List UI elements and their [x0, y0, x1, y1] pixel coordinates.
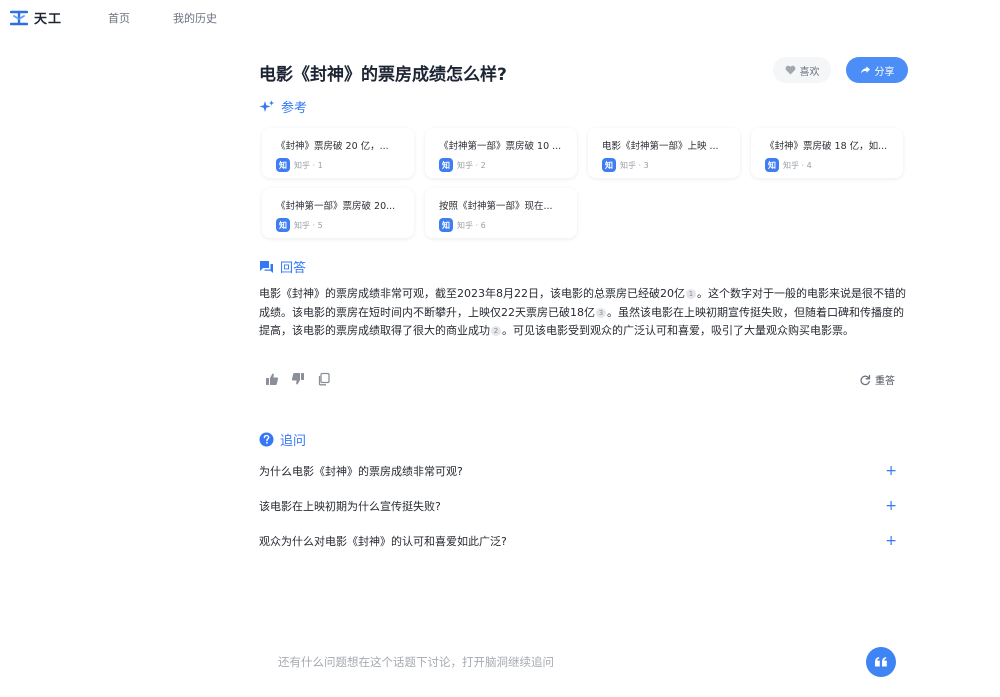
- followup-question-text: 为什么电影《封神》的票房成绩非常可观?: [259, 465, 463, 478]
- zhihu-icon: 知: [439, 218, 453, 232]
- regenerate-button[interactable]: 重答: [859, 372, 895, 387]
- regenerate-label: 重答: [875, 376, 895, 387]
- like-label: 喜欢: [799, 66, 820, 78]
- reference-source: 知乎 · 2: [457, 160, 486, 170]
- quote-icon: [875, 657, 887, 667]
- share-arrow-icon: [860, 66, 870, 74]
- references-heading: 参考: [259, 97, 307, 116]
- refresh-icon: [860, 374, 871, 385]
- zhihu-icon: 知: [276, 158, 290, 172]
- plus-icon[interactable]: +: [885, 533, 897, 549]
- logo-text: 天工: [34, 12, 63, 27]
- copy-icon[interactable]: [317, 372, 331, 386]
- reference-source: 知乎 · 4: [783, 160, 812, 170]
- nav-home-link[interactable]: 首页: [108, 10, 130, 26]
- followup-input[interactable]: [258, 648, 858, 676]
- zhihu-icon: 知: [439, 158, 453, 172]
- reference-title: 《封神》票房破 20 亿，...: [276, 141, 389, 152]
- plus-icon[interactable]: +: [885, 498, 897, 514]
- followup-question[interactable]: 为什么电影《封神》的票房成绩非常可观? +: [259, 461, 909, 481]
- share-label: 分享: [874, 66, 895, 78]
- reference-title: 电影《封神第一部》上映 ...: [602, 141, 719, 152]
- reference-card[interactable]: 《封神》票房破 20 亿，... 知 知乎 · 1: [262, 128, 414, 178]
- citation-badge[interactable]: 3: [596, 307, 606, 318]
- answer-text: 电影《封神》的票房成绩非常可观，截至2023年8月22日，该电影的总票房已经破2…: [259, 285, 909, 341]
- followup-question[interactable]: 该电影在上映初期为什么宣传挺失败? +: [259, 496, 909, 516]
- reference-source: 知乎 · 6: [457, 220, 486, 230]
- answer-segment: 。可见该电影受到观众的广泛认可和喜爱，吸引了大量观众购买电影票。: [502, 324, 854, 337]
- followup-question-text: 观众为什么对电影《封神》的认可和喜爱如此广泛?: [259, 535, 507, 548]
- send-button[interactable]: [866, 647, 896, 677]
- followup-heading-label: 追问: [280, 434, 307, 449]
- question-circle-icon: [259, 432, 274, 447]
- references-heading-label: 参考: [281, 101, 308, 116]
- thumbs-up-icon[interactable]: [265, 372, 279, 386]
- thumbs-down-icon[interactable]: [291, 372, 305, 386]
- followup-question[interactable]: 观众为什么对电影《封神》的认可和喜爱如此广泛? +: [259, 531, 909, 551]
- followup-heading: 追问: [259, 430, 306, 449]
- reference-title: 《封神第一部》票房破 10 ...: [439, 141, 562, 152]
- share-button[interactable]: 分享: [846, 57, 908, 83]
- answer-heading: 回答: [259, 257, 306, 276]
- answer-actions: [265, 372, 331, 386]
- chat-bubble-icon: [260, 260, 273, 273]
- sparkle-icon: [259, 100, 274, 112]
- reference-title: 《封神第一部》票房破 20...: [276, 201, 396, 212]
- nav-history-link[interactable]: 我的历史: [173, 10, 217, 26]
- plus-icon[interactable]: +: [885, 463, 897, 479]
- logo[interactable]: 天工: [10, 8, 62, 27]
- reference-card[interactable]: 《封神第一部》票房破 20... 知 知乎 · 5: [262, 188, 414, 238]
- tiangong-logo-icon: [10, 10, 28, 25]
- reference-source: 知乎 · 5: [294, 220, 323, 230]
- like-button[interactable]: 喜欢: [773, 57, 831, 83]
- ask-bar: [258, 644, 910, 680]
- zhihu-icon: 知: [602, 158, 616, 172]
- answer-segment: 电影《封神》的票房成绩非常可观，截至2023年8月22日，该电影的总票房已经破2…: [259, 287, 685, 300]
- reference-card[interactable]: 《封神第一部》票房破 10 ... 知 知乎 · 2: [425, 128, 577, 178]
- reference-card[interactable]: 电影《封神第一部》上映 ... 知 知乎 · 3: [588, 128, 740, 178]
- reference-title: 《封神》票房破 18 亿，如...: [765, 141, 888, 152]
- followup-question-text: 该电影在上映初期为什么宣传挺失败?: [259, 500, 441, 513]
- reference-source: 知乎 · 1: [294, 160, 323, 170]
- citation-badge[interactable]: 1: [685, 289, 696, 299]
- page-title: 电影《封神》的票房成绩怎么样?: [259, 65, 507, 85]
- reference-title: 按照《封神第一部》现在...: [439, 201, 553, 212]
- answer-heading-label: 回答: [280, 261, 307, 276]
- top-nav: 天工 首页 我的历史: [0, 0, 1000, 34]
- reference-source: 知乎 · 3: [620, 160, 649, 170]
- reference-card[interactable]: 按照《封神第一部》现在... 知 知乎 · 6: [425, 188, 577, 238]
- reference-card[interactable]: 《封神》票房破 18 亿，如... 知 知乎 · 4: [751, 128, 903, 178]
- heart-icon: [785, 65, 795, 75]
- zhihu-icon: 知: [276, 218, 290, 232]
- zhihu-icon: 知: [765, 158, 779, 172]
- citation-badge[interactable]: 2: [491, 326, 501, 336]
